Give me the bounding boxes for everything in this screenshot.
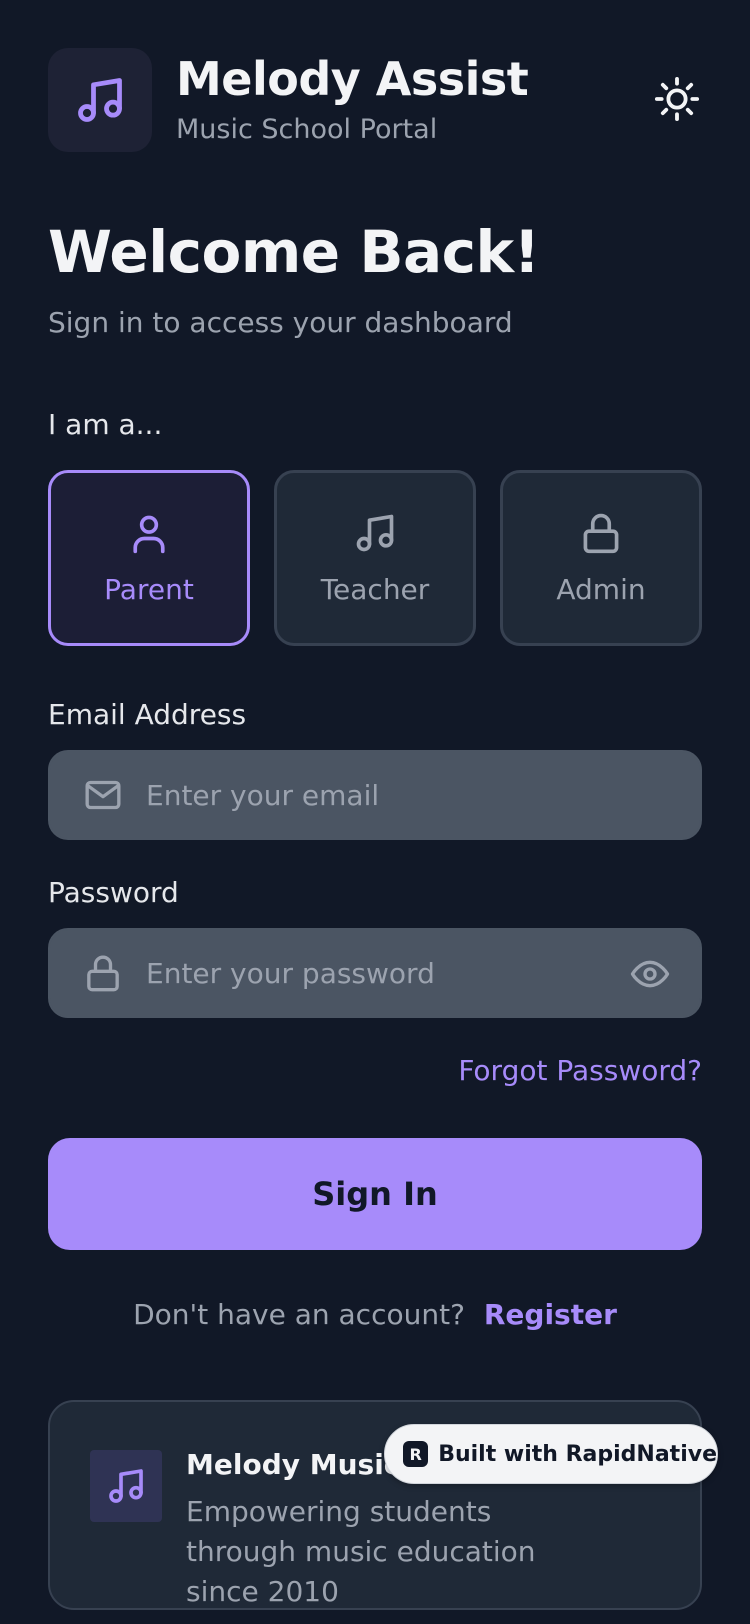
password-field[interactable] (48, 928, 702, 1018)
password-input[interactable] (146, 930, 586, 1016)
role-option-label: Parent (104, 572, 194, 606)
register-prompt: Don't have an account? (133, 1298, 465, 1331)
user-icon (133, 515, 165, 553)
school-logo (90, 1450, 162, 1522)
built-with-badge[interactable]: R Built with RapidNative (384, 1424, 718, 1484)
mail-icon (82, 774, 124, 816)
welcome-title: Welcome Back! (48, 218, 540, 286)
app-title: Melody Assist (176, 52, 529, 106)
role-option-teacher[interactable]: Teacher (274, 470, 476, 646)
rapidnative-logo-icon: R (403, 1441, 429, 1467)
app-header: Melody Assist Music School Portal (48, 48, 702, 152)
sun-icon (654, 76, 700, 122)
email-label: Email Address (48, 698, 247, 731)
lock-icon (82, 952, 124, 994)
email-field[interactable] (48, 750, 702, 840)
register-row: Don't have an account? Register (0, 1298, 750, 1331)
role-option-admin[interactable]: Admin (500, 470, 702, 646)
role-option-label: Teacher (320, 572, 430, 606)
sign-in-button[interactable]: Sign In (48, 1138, 702, 1250)
password-label: Password (48, 876, 179, 909)
lock-icon (583, 513, 619, 553)
school-description: Empowering students through music educat… (186, 1495, 536, 1608)
register-link[interactable]: Register (484, 1298, 617, 1331)
role-option-label: Admin (556, 572, 646, 606)
role-selector: Parent Teacher Admin (48, 470, 702, 646)
role-option-parent[interactable]: Parent (48, 470, 250, 646)
theme-toggle-button[interactable] (652, 74, 702, 124)
welcome-subtitle: Sign in to access your dashboard (48, 306, 513, 339)
music-note-icon (109, 1469, 143, 1503)
show-password-button[interactable] (628, 952, 672, 996)
app-logo (48, 48, 152, 152)
eye-icon (630, 960, 670, 988)
music-note-icon (356, 514, 394, 551)
music-note-icon (78, 78, 122, 122)
email-input[interactable] (146, 752, 586, 838)
role-label: I am a... (48, 408, 163, 441)
forgot-password-link[interactable]: Forgot Password? (458, 1054, 702, 1087)
app-subtitle: Music School Portal (176, 114, 438, 145)
badge-text: Built with RapidNative (438, 1441, 717, 1467)
